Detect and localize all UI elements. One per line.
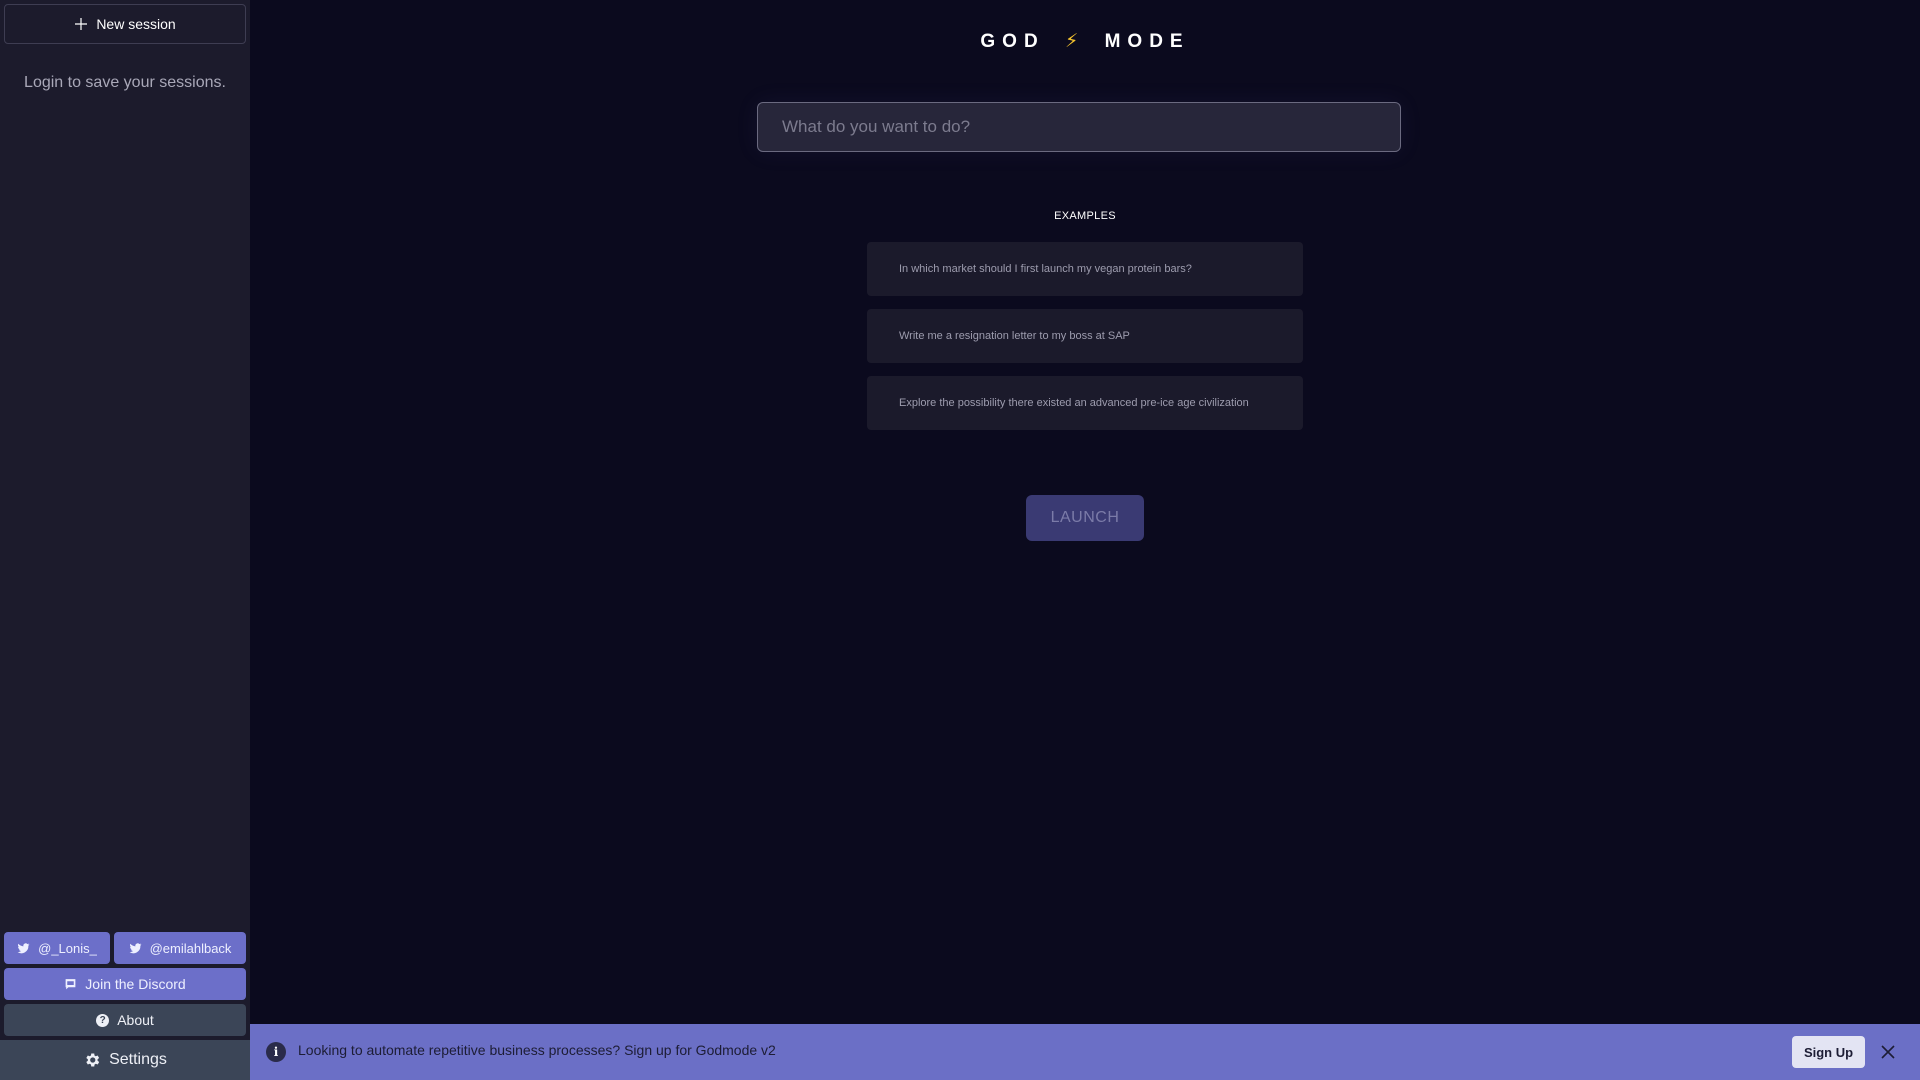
settings-button[interactable]: Settings [0, 1040, 250, 1080]
twitter-emilahlback-button[interactable]: @emilahlback [114, 932, 246, 964]
join-discord-button[interactable]: Join the Discord [4, 968, 246, 1000]
sign-up-button[interactable]: Sign Up [1792, 1036, 1865, 1068]
example-item[interactable]: In which market should I first launch my… [867, 242, 1303, 296]
example-text: Write me a resignation letter to my boss… [899, 330, 1130, 342]
logo-text-left: GOD [980, 31, 1045, 52]
new-session-label: New session [96, 16, 176, 32]
launch-button[interactable]: LAUNCH [1026, 495, 1144, 541]
twitter-emilahlback-label: @emilahlback [149, 940, 232, 956]
close-icon [1881, 1045, 1895, 1059]
plus-icon [75, 18, 88, 30]
settings-label: Settings [109, 1051, 167, 1068]
bolt-icon: ⚡ [1064, 31, 1079, 52]
about-label: About [117, 1012, 154, 1028]
close-banner-button[interactable] [1878, 1042, 1898, 1062]
app-root: New session Login to save your sessions.… [0, 0, 1920, 1080]
discord-label: Join the Discord [85, 976, 186, 992]
info-icon: i [266, 1042, 286, 1062]
new-session-button[interactable]: New session [4, 4, 246, 44]
twitter-icon [17, 942, 30, 953]
goal-input[interactable] [757, 102, 1401, 152]
example-item[interactable]: Write me a resignation letter to my boss… [867, 309, 1303, 363]
about-button[interactable]: ? About [4, 1004, 246, 1036]
banner-text: Looking to automate repetitive business … [298, 1042, 776, 1058]
twitter-lonis-button[interactable]: @_Lonis_ [4, 932, 110, 964]
example-text: Explore the possibility there existed an… [899, 397, 1249, 409]
login-note: Login to save your sessions. [24, 74, 226, 91]
discord-icon [65, 978, 76, 989]
sidebar: New session Login to save your sessions.… [0, 0, 250, 1080]
gear-icon [86, 1053, 100, 1067]
example-text: In which market should I first launch my… [899, 263, 1192, 275]
example-item[interactable]: Explore the possibility there existed an… [867, 376, 1303, 430]
logo-text-right: MODE [1104, 31, 1190, 52]
main-panel: GOD ⚡ MODE EXAMPLES In which market shou… [250, 0, 1920, 1080]
examples-heading: EXAMPLES [1054, 210, 1116, 222]
social-links: @_Lonis_ @emilahlback [4, 932, 246, 964]
question-icon: ? [96, 1013, 110, 1027]
twitter-lonis-label: @_Lonis_ [38, 940, 97, 956]
app-logo: GOD ⚡ MODE [250, 30, 1920, 53]
promo-banner: i Looking to automate repetitive busines… [250, 1024, 1920, 1080]
twitter-icon [129, 942, 142, 953]
